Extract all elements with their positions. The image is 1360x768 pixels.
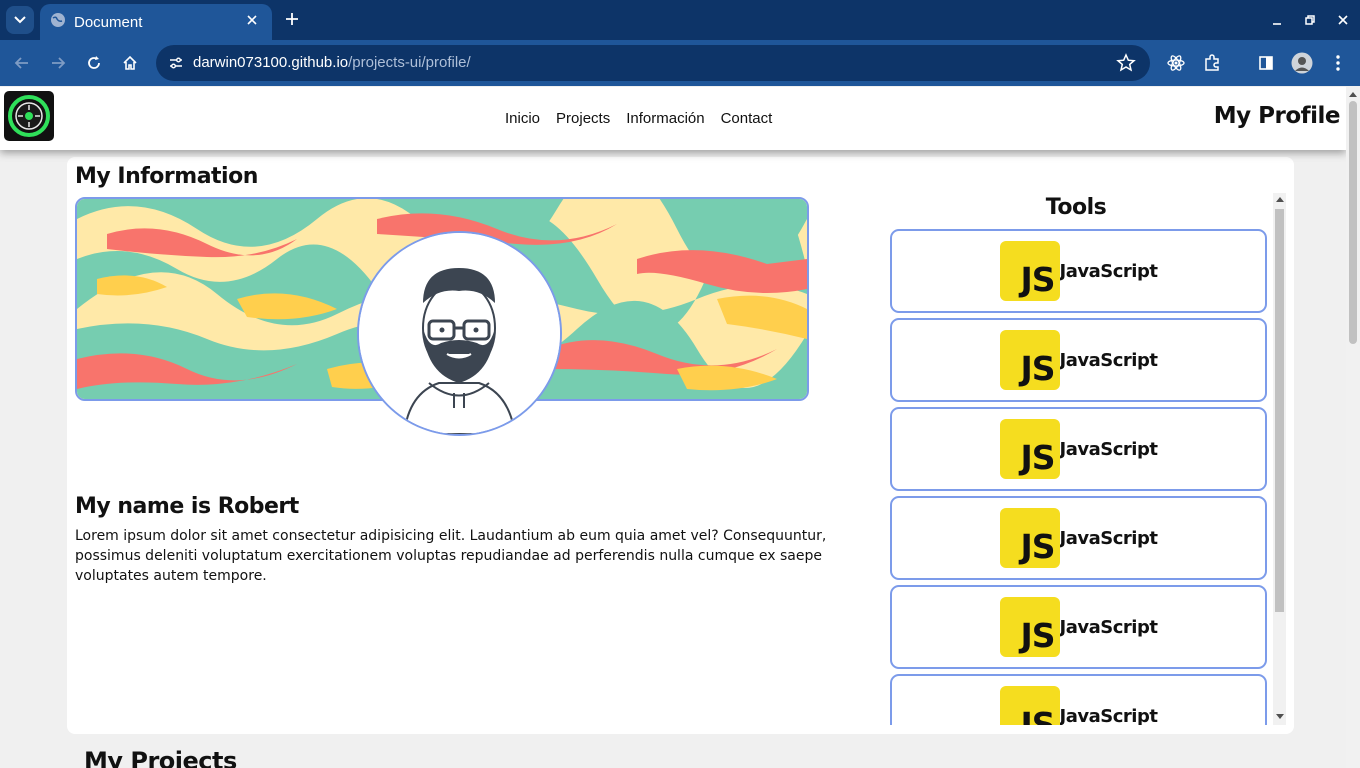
javascript-logo-icon: JS [999, 686, 1060, 725]
tool-logo-text: JS [1020, 705, 1056, 725]
site-logo[interactable] [4, 91, 54, 141]
star-icon[interactable] [1116, 53, 1136, 73]
side-panel-icon[interactable] [1252, 49, 1280, 77]
javascript-logo-icon: JS [999, 330, 1060, 390]
tool-list: JS JavaScript JS JavaScript JS JavaScrip… [890, 229, 1267, 725]
minimize-icon[interactable] [1261, 0, 1293, 40]
tool-logo-text: JS [1020, 260, 1056, 299]
home-icon[interactable] [116, 49, 144, 77]
site-info-icon[interactable] [164, 51, 188, 75]
profile-avatar[interactable] [1288, 49, 1316, 77]
tab-search-icon[interactable] [6, 6, 34, 34]
nav-link-inicio[interactable]: Inicio [505, 110, 540, 127]
tab-strip: Document [0, 0, 1360, 40]
page-scroll-up-icon[interactable] [1349, 92, 1357, 97]
tool-card[interactable]: JS JavaScript [890, 318, 1267, 402]
more-menu-icon[interactable] [1324, 49, 1352, 77]
brand-title: My Profile [1213, 103, 1341, 129]
url-text: darwin073100.github.io/projects-ui/profi… [193, 54, 471, 71]
tool-name: JavaScript [1059, 349, 1158, 371]
site-navbar: Inicio Projects Información Contact My P… [0, 87, 1346, 150]
javascript-logo-icon: JS [999, 241, 1060, 301]
tool-logo-text: JS [1020, 527, 1056, 566]
globe-icon [50, 12, 66, 32]
page-scrollbar[interactable] [1346, 87, 1360, 768]
tools-panel[interactable]: Tools JS JavaScript JS JavaScript JS Jav… [885, 193, 1287, 725]
tool-logo-text: JS [1020, 438, 1056, 477]
tools-scrollbar[interactable] [1273, 193, 1286, 725]
extensions-icon[interactable] [1198, 49, 1226, 77]
tool-card[interactable]: JS JavaScript [890, 674, 1267, 725]
plus-icon[interactable] [280, 8, 304, 32]
back-icon[interactable] [8, 49, 36, 77]
tool-name: JavaScript [1059, 260, 1158, 282]
tool-name: JavaScript [1059, 616, 1158, 638]
tool-card[interactable]: JS JavaScript [890, 229, 1267, 313]
url-path: /projects-ui/profile/ [348, 54, 471, 71]
browser-tab[interactable]: Document [40, 4, 272, 40]
tool-card[interactable]: JS JavaScript [890, 585, 1267, 669]
tools-title: Tools [1045, 195, 1107, 220]
javascript-logo-icon: JS [999, 419, 1060, 479]
tool-card[interactable]: JS JavaScript [890, 496, 1267, 580]
projects-title: My Projects [84, 747, 237, 768]
url-host: darwin073100.github.io [193, 54, 349, 71]
tool-name: JavaScript [1059, 527, 1158, 549]
reload-icon[interactable] [80, 49, 108, 77]
javascript-logo-icon: JS [999, 508, 1060, 568]
tab-title: Document [74, 13, 143, 31]
nav-link-informacion[interactable]: Información [626, 110, 704, 127]
avatar [357, 231, 562, 436]
close-window-icon[interactable] [1327, 0, 1359, 40]
tool-logo-text: JS [1020, 349, 1056, 388]
forward-icon[interactable] [44, 49, 72, 77]
react-devtools-icon[interactable] [1162, 49, 1190, 77]
page-viewport: My Information My name is Robert Lorem i… [0, 87, 1346, 768]
tool-card[interactable]: JS JavaScript [890, 407, 1267, 491]
tool-name: JavaScript [1059, 705, 1158, 726]
restore-icon[interactable] [1294, 0, 1326, 40]
bio-text: Lorem ipsum dolor sit amet consectetur a… [75, 528, 827, 584]
javascript-logo-icon: JS [999, 597, 1060, 657]
info-title: My Information [75, 164, 258, 189]
nav-links: Inicio Projects Información Contact [497, 87, 780, 150]
nav-link-contact[interactable]: Contact [721, 110, 773, 127]
info-card: My Information My name is Robert Lorem i… [67, 157, 1294, 734]
tools-scrollbar-thumb[interactable] [1275, 209, 1284, 612]
page-scrollbar-thumb[interactable] [1349, 101, 1357, 344]
nav-link-projects[interactable]: Projects [556, 110, 610, 127]
close-icon[interactable] [242, 14, 262, 30]
name-heading: My name is Robert [75, 494, 299, 519]
scroll-down-icon[interactable] [1276, 714, 1284, 719]
address-bar[interactable]: darwin073100.github.io/projects-ui/profi… [156, 45, 1150, 81]
tool-logo-text: JS [1020, 616, 1056, 655]
scroll-up-icon[interactable] [1276, 197, 1284, 202]
tool-name: JavaScript [1059, 438, 1158, 460]
